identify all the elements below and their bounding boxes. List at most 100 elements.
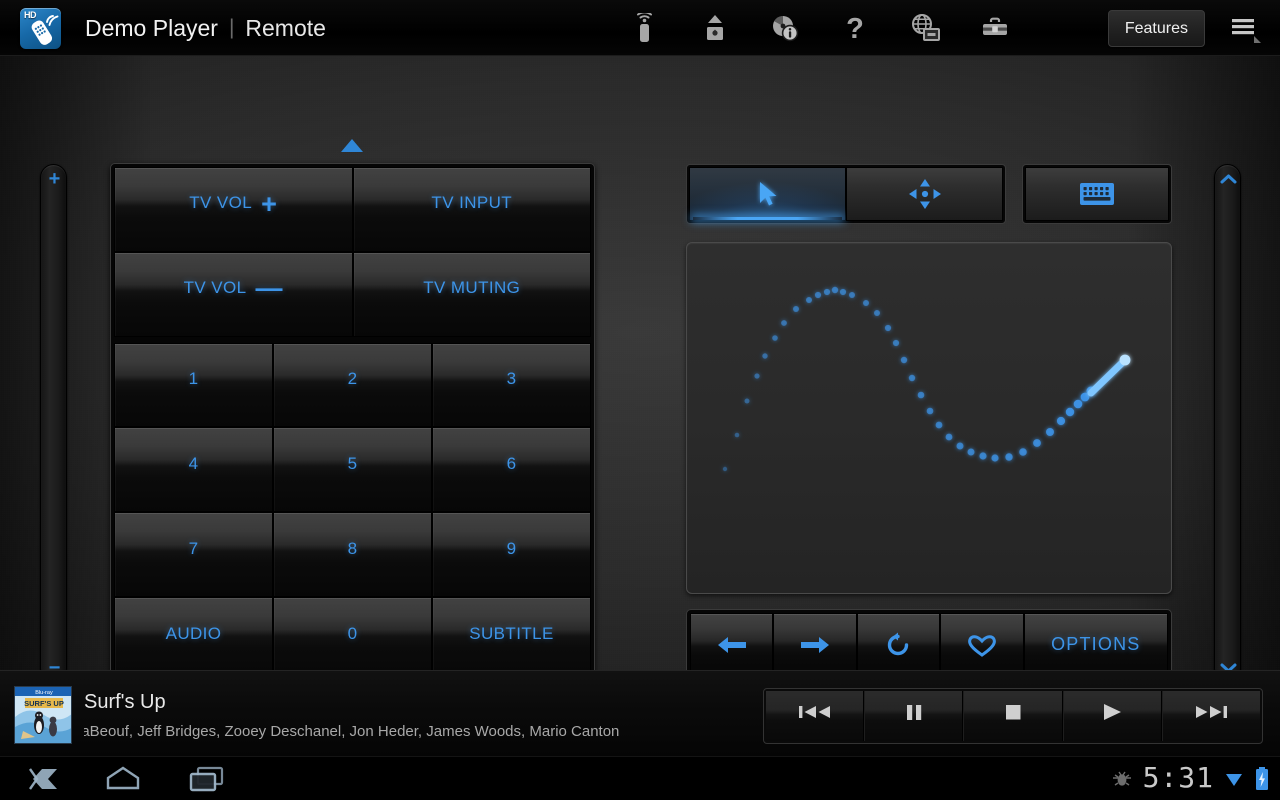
tv-vol-down-button[interactable]: TV VOL — — [114, 251, 353, 337]
play-icon — [1099, 701, 1125, 728]
volume-up-label: + — [48, 167, 61, 190]
remote-app-screen: HD Demo Player | Remote ? Features + − T… — [0, 0, 1280, 800]
button-label: 0 — [347, 623, 358, 643]
touchpad-surface[interactable] — [686, 242, 1172, 594]
overflow-menu-icon[interactable] — [1224, 12, 1266, 46]
now-playing-cast: laBeouf, Jeff Bridges, Zooey Deschanel, … — [84, 723, 644, 745]
svg-text:SURF'S UP: SURF'S UP — [24, 699, 64, 708]
channel-up-cap[interactable] — [1215, 165, 1242, 192]
disc-info-icon[interactable] — [750, 0, 820, 56]
action-bar-icons: ? — [610, 0, 1030, 56]
key-1-button[interactable]: 1 — [114, 342, 273, 428]
wifi-signal-icon — [1223, 768, 1245, 790]
title-separator: | — [228, 16, 235, 39]
eject-disc-icon[interactable] — [680, 0, 750, 56]
button-label: 7 — [188, 538, 199, 558]
next-button[interactable] — [1161, 691, 1261, 741]
tv-input-button[interactable]: TV INPUT — [352, 167, 591, 252]
key-2-button[interactable]: 2 — [273, 342, 432, 428]
key-7-button[interactable]: 7 — [114, 512, 273, 598]
stop-button[interactable] — [963, 691, 1063, 741]
key-8-button[interactable]: 8 — [273, 512, 432, 598]
arrow-left-icon — [715, 632, 749, 658]
previous-button[interactable] — [766, 691, 865, 741]
scroll-up-triangle[interactable] — [341, 139, 363, 152]
channel-rocker[interactable] — [1214, 164, 1241, 682]
system-home-icon[interactable] — [100, 764, 146, 794]
keypad-row: 1 2 3 — [114, 342, 591, 428]
mouse-pointer-icon — [759, 182, 776, 206]
battery-charging-icon — [1254, 766, 1270, 792]
system-nav-left — [16, 757, 230, 800]
button-label: AUDIO — [165, 623, 222, 643]
skip-back-icon — [795, 702, 835, 727]
play-button[interactable] — [1062, 691, 1162, 741]
svg-text:?: ? — [846, 13, 864, 43]
tab-dpad-mode[interactable] — [846, 167, 1003, 221]
input-mode-tabs — [686, 164, 1006, 224]
button-label: 4 — [188, 453, 199, 473]
volume-up-cap[interactable]: + — [41, 165, 68, 192]
pause-button[interactable] — [864, 691, 964, 741]
remote-signal-icon[interactable] — [610, 0, 680, 56]
album-cover-art[interactable]: Blu-ray SURF'S UP — [14, 686, 72, 744]
transport-controls — [763, 688, 1263, 744]
pause-icon — [903, 701, 925, 728]
keypad-row: TV VOL + TV INPUT — [114, 167, 591, 252]
keyboard-icon — [1080, 183, 1114, 205]
app-title-group: Demo Player | Remote — [85, 0, 326, 56]
button-label: 8 — [347, 538, 358, 558]
system-back-icon[interactable] — [16, 764, 62, 794]
button-label: 9 — [506, 538, 517, 558]
help-icon[interactable]: ? — [820, 0, 890, 56]
plus-symbol: + — [261, 188, 278, 219]
arrow-right-icon — [798, 632, 832, 658]
tab-pointer-mode[interactable] — [689, 167, 846, 221]
keypad-grid: TV VOL + TV INPUT TV VOL — TV MUTING 1 2… — [114, 167, 591, 682]
network-media-icon[interactable] — [890, 0, 960, 56]
remote-body: + − TV VOL + TV INPUT TV VOL — TV MUTING… — [0, 56, 1280, 709]
skip-forward-icon — [1191, 702, 1231, 727]
hd-remote-app-icon: HD — [20, 8, 61, 49]
system-clock: 5:31 — [1142, 761, 1214, 794]
page-title: Demo Player — [85, 14, 218, 41]
keyboard-button-surface — [1025, 167, 1169, 221]
button-label: 1 — [188, 369, 199, 389]
usb-debug-icon — [1110, 767, 1134, 791]
options-label: OPTIONS — [1051, 634, 1141, 654]
keypad-panel: TV VOL + TV INPUT TV VOL — TV MUTING 1 2… — [110, 163, 595, 686]
volume-rocker[interactable]: + − — [40, 164, 67, 682]
button-label: TV INPUT — [431, 193, 513, 213]
tv-muting-button[interactable]: TV MUTING — [352, 251, 591, 337]
action-bar: HD Demo Player | Remote ? Features — [0, 0, 1280, 56]
key-5-button[interactable]: 5 — [273, 427, 432, 513]
cast-text: laBeouf, Jeff Bridges, Zooey Deschanel, … — [84, 723, 620, 740]
svg-text:Blu-ray: Blu-ray — [35, 690, 53, 696]
system-status-area: 5:31 — [1110, 757, 1270, 800]
page-subtitle: Remote — [245, 14, 326, 41]
refresh-icon — [884, 631, 912, 659]
dpad-arrows-icon — [908, 179, 941, 209]
button-label: SUBTITLE — [469, 623, 554, 643]
button-label: TV VOL — [183, 278, 247, 298]
keyboard-button[interactable] — [1022, 164, 1172, 224]
key-3-button[interactable]: 3 — [432, 342, 591, 428]
stop-icon — [1002, 701, 1024, 728]
toolbox-icon[interactable] — [960, 0, 1030, 56]
key-9-button[interactable]: 9 — [432, 512, 591, 598]
features-button[interactable]: Features — [1107, 10, 1205, 47]
tv-vol-up-button[interactable]: TV VOL + — [114, 167, 353, 252]
button-label: 2 — [347, 369, 358, 389]
button-label: 3 — [506, 369, 517, 389]
minus-symbol: — — [255, 273, 283, 304]
system-recents-icon[interactable] — [184, 764, 230, 794]
system-navigation-bar: 5:31 — [0, 756, 1280, 800]
key-4-button[interactable]: 4 — [114, 427, 273, 513]
key-6-button[interactable]: 6 — [432, 427, 591, 513]
keypad-row: TV VOL — TV MUTING — [114, 251, 591, 337]
button-label: 6 — [506, 453, 517, 473]
button-label: TV VOL — [189, 193, 253, 213]
now-playing-title: Surf's Up — [84, 691, 166, 713]
keypad-row: 4 5 6 — [114, 427, 591, 513]
heart-icon — [965, 631, 999, 659]
